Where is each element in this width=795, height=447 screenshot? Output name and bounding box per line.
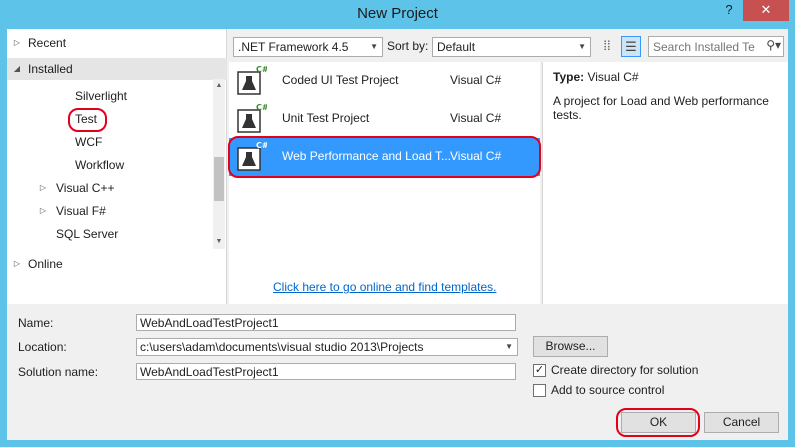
template-name: Unit Test Project xyxy=(282,111,370,125)
chevron-down-icon: ▼ xyxy=(370,42,378,51)
search-box[interactable]: ⚲▾ xyxy=(648,36,784,57)
tree-item-label: Silverlight xyxy=(75,89,128,103)
tree-item-test[interactable]: Test xyxy=(7,108,227,130)
description-type: Type: Visual C# xyxy=(553,70,639,84)
create-directory-label: Create directory for solution xyxy=(551,363,699,377)
cancel-button[interactable]: Cancel xyxy=(704,412,779,433)
tree-item-visual-cpp[interactable]: ▷ Visual C++ xyxy=(7,177,227,199)
title-bar[interactable]: New Project ? ✕ xyxy=(0,0,795,28)
expand-arrow-icon[interactable]: ▷ xyxy=(12,253,22,275)
tree-item-label: Installed xyxy=(28,62,73,76)
source-control-checkbox[interactable] xyxy=(533,384,546,397)
type-label: Type: xyxy=(553,70,585,84)
new-project-dialog: New Project ? ✕ ▷ Recent ◢ Installed Sil… xyxy=(0,0,795,447)
tree-item-sql-server[interactable]: SQL Server xyxy=(7,223,227,245)
search-icon[interactable]: ⚲▾ xyxy=(766,38,781,52)
framework-select[interactable]: .NET Framework 4.5 ▼ xyxy=(233,37,383,57)
sort-select[interactable]: Default ▼ xyxy=(432,37,591,57)
tree-item-label: Visual C++ xyxy=(56,181,115,195)
create-directory-checkbox[interactable]: ✓ xyxy=(533,364,546,377)
test-flask-icon: C# xyxy=(237,103,267,133)
template-language: Visual C# xyxy=(450,73,502,87)
scroll-thumb[interactable] xyxy=(214,157,224,201)
tree-item-label: Visual F# xyxy=(56,204,106,218)
location-combo[interactable]: c:\users\adam\documents\visual studio 20… xyxy=(136,338,518,356)
template-item-unit-test[interactable]: C# Unit Test Project Visual C# xyxy=(229,100,540,138)
tree-item-installed[interactable]: ◢ Installed xyxy=(7,58,227,80)
scroll-up-icon[interactable]: ▲ xyxy=(213,79,225,93)
template-tree: ▷ Recent ◢ Installed Silverlight Test WC… xyxy=(7,29,227,304)
test-flask-icon: C# xyxy=(237,65,267,95)
small-icons-view-button[interactable]: ⁞⁞ xyxy=(597,36,617,57)
expand-arrow-icon[interactable]: ▷ xyxy=(38,177,48,199)
sort-label: Sort by: xyxy=(387,39,429,53)
location-value: c:\users\adam\documents\visual studio 20… xyxy=(140,340,424,354)
close-button[interactable]: ✕ xyxy=(743,0,789,21)
tree-item-label: Recent xyxy=(28,36,67,50)
annotation-ring-ok xyxy=(616,408,700,437)
expand-arrow-icon[interactable]: ▷ xyxy=(12,32,22,54)
tree-scrollbar[interactable]: ▲ ▼ xyxy=(213,79,225,249)
solution-name-label: Solution name: xyxy=(18,365,99,379)
tree-item-workflow[interactable]: Workflow xyxy=(7,154,227,176)
tree-item-visual-fsharp[interactable]: ▷ Visual F# xyxy=(7,200,227,222)
tree-item-label: SQL Server xyxy=(56,227,119,241)
sort-value: Default xyxy=(437,40,476,54)
svg-text:C#: C# xyxy=(256,103,267,112)
chevron-down-icon: ▼ xyxy=(505,342,513,351)
tree-item-silverlight[interactable]: Silverlight xyxy=(7,85,227,107)
tree-item-online[interactable]: ▷ Online xyxy=(7,253,227,275)
online-templates-link[interactable]: Click here to go online and find templat… xyxy=(273,280,496,294)
scroll-down-icon[interactable]: ▼ xyxy=(213,235,225,249)
grid-view-icon: ⁞⁞ xyxy=(603,38,611,53)
template-list: C# Coded UI Test Project Visual C# C# Un… xyxy=(228,62,541,304)
tree-item-wcf[interactable]: WCF xyxy=(7,131,227,153)
tree-item-label: Online xyxy=(28,257,63,271)
annotation-ring-test xyxy=(68,108,107,132)
framework-value: .NET Framework 4.5 xyxy=(238,40,349,54)
search-input[interactable] xyxy=(649,37,761,56)
list-view-icon: ☰ xyxy=(625,39,637,54)
name-field[interactable] xyxy=(136,314,516,331)
window-title: New Project xyxy=(357,5,438,22)
checkmark-icon: ✓ xyxy=(534,364,545,376)
template-item-coded-ui[interactable]: C# Coded UI Test Project Visual C# xyxy=(229,62,540,100)
tree-item-recent[interactable]: ▷ Recent xyxy=(7,32,227,54)
help-button[interactable]: ? xyxy=(716,0,742,21)
expand-arrow-icon[interactable]: ▷ xyxy=(38,200,48,222)
type-value: Visual C# xyxy=(587,70,639,84)
solution-name-field[interactable] xyxy=(136,363,516,380)
close-icon: ✕ xyxy=(760,2,772,17)
template-description-pane: Type: Visual C# A project for Load and W… xyxy=(542,62,788,304)
svg-text:C#: C# xyxy=(256,65,267,74)
annotation-ring-selected-template xyxy=(228,136,541,178)
list-view-button[interactable]: ☰ xyxy=(621,36,641,57)
description-text: A project for Load and Web performance t… xyxy=(553,94,769,122)
source-control-label: Add to source control xyxy=(551,383,665,397)
name-label: Name: xyxy=(18,316,54,330)
template-name: Coded UI Test Project xyxy=(282,73,399,87)
collapse-arrow-icon[interactable]: ◢ xyxy=(12,58,22,80)
tree-item-label: Workflow xyxy=(75,158,125,172)
chevron-down-icon: ▼ xyxy=(578,42,586,51)
location-label: Location: xyxy=(18,340,67,354)
tree-item-label: WCF xyxy=(75,135,103,149)
template-language: Visual C# xyxy=(450,111,502,125)
browse-button[interactable]: Browse... xyxy=(533,336,608,357)
dialog-body: ▷ Recent ◢ Installed Silverlight Test WC… xyxy=(7,29,788,440)
